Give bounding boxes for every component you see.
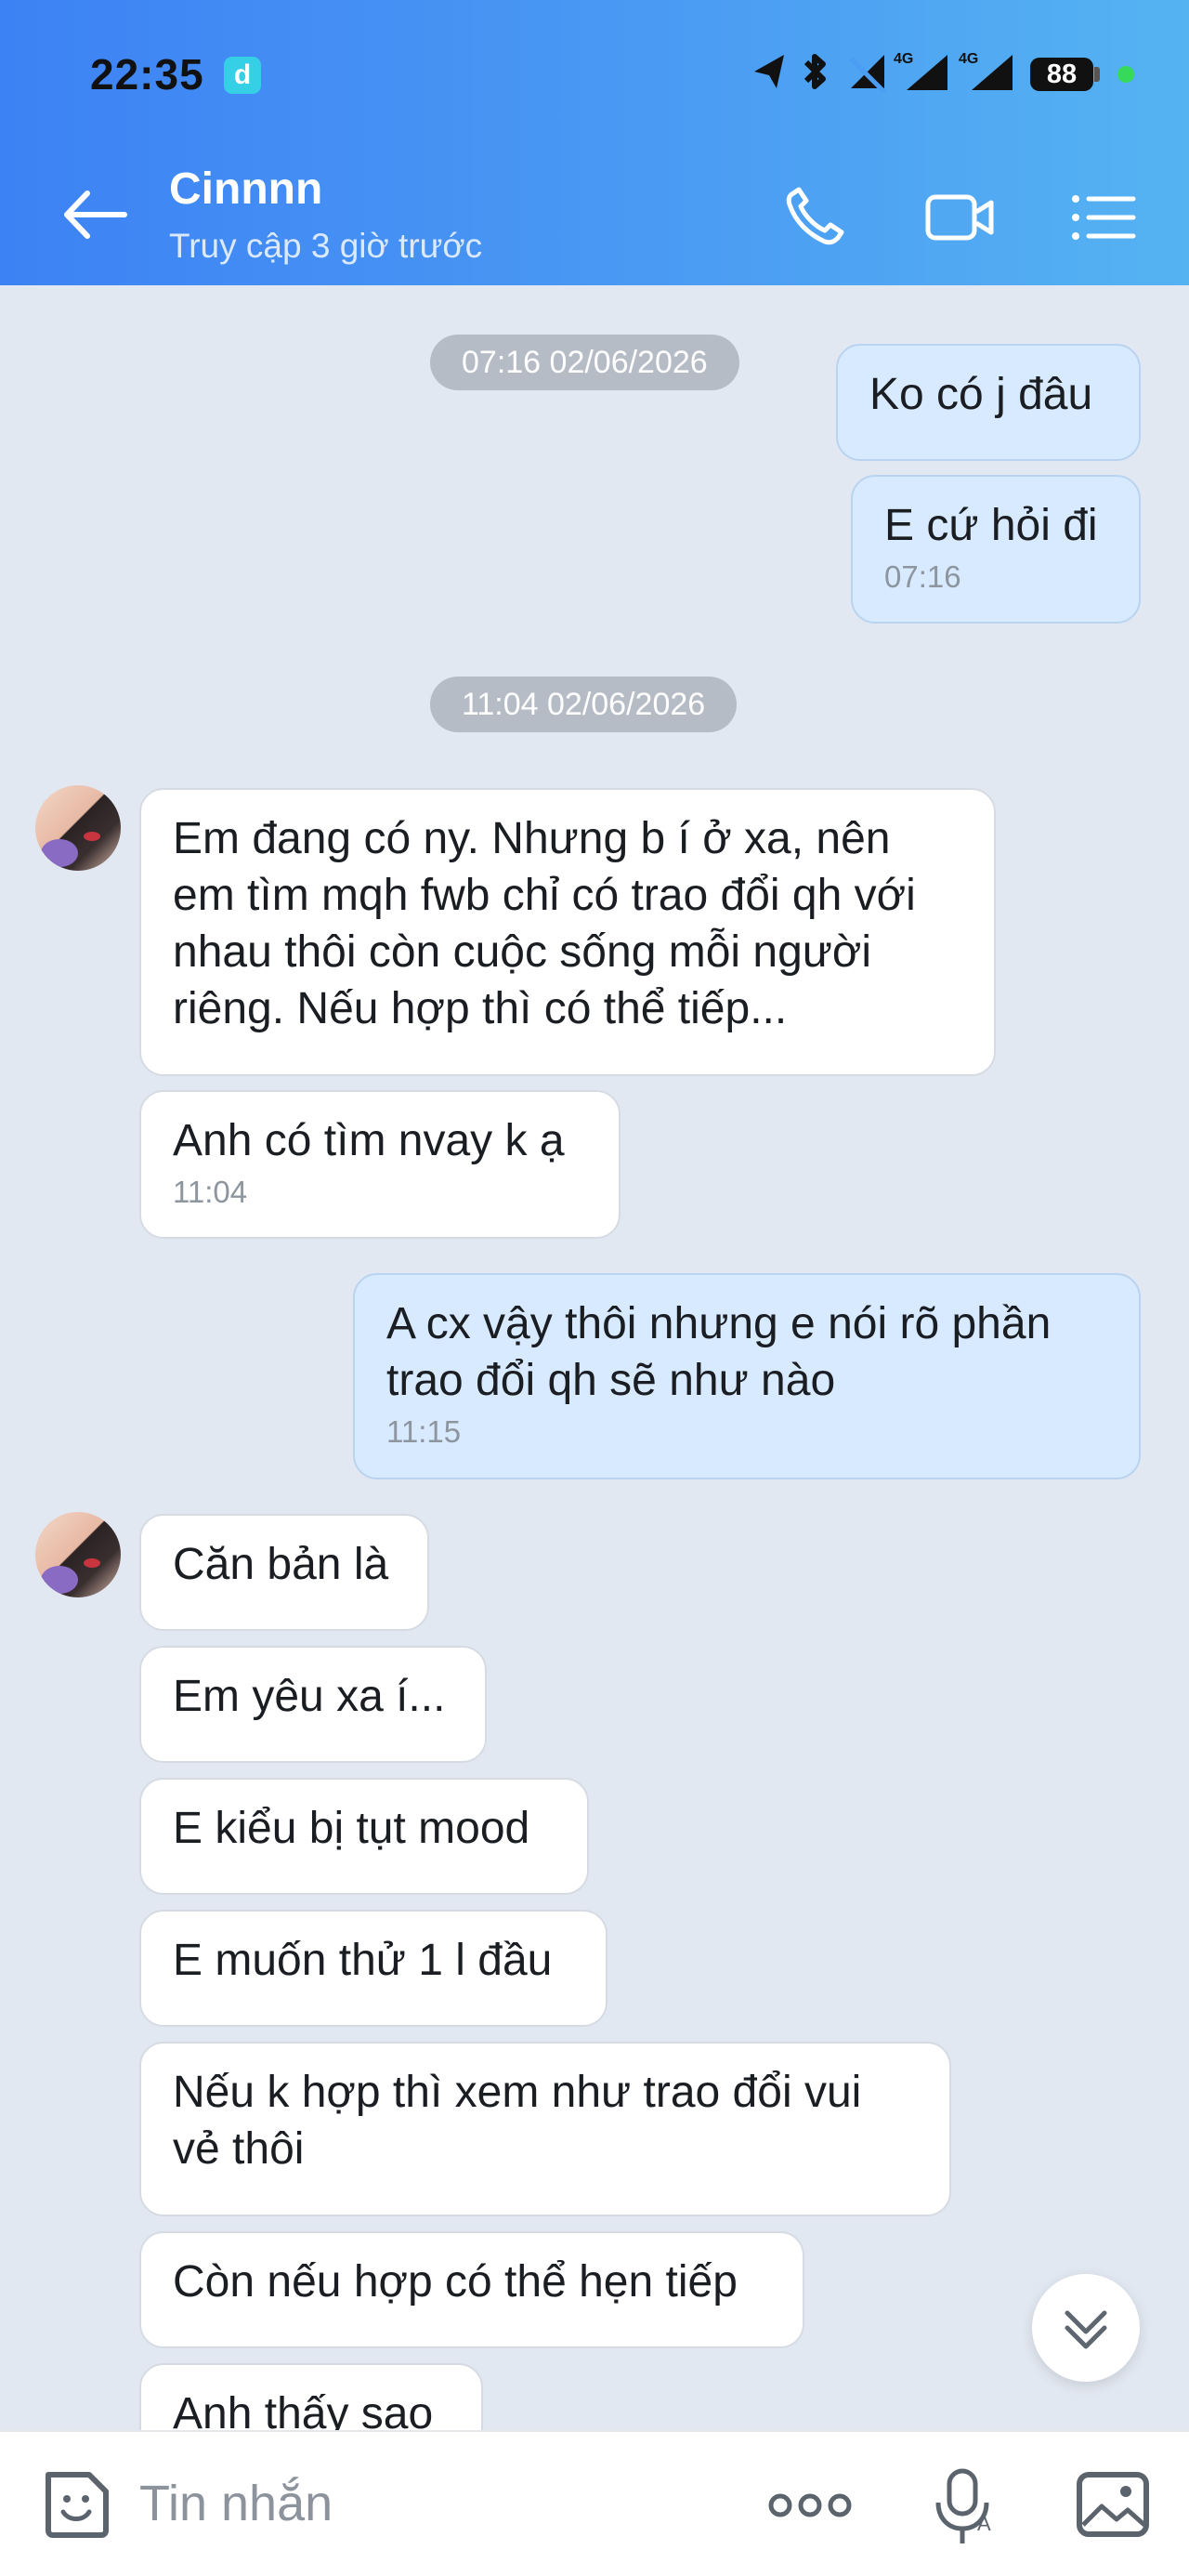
video-call-icon[interactable] bbox=[924, 186, 995, 249]
app-notification-icon: d bbox=[224, 57, 261, 94]
privacy-dot-icon bbox=[1117, 66, 1134, 83]
message-time: 07:16 bbox=[884, 559, 961, 594]
incoming-message[interactable]: E muốn thử 1 l đầu bbox=[139, 1910, 608, 2027]
message-time: 11:15 bbox=[386, 1414, 462, 1449]
incoming-message[interactable]: Nếu k hợp thì xem như trao đổi vui vẻ th… bbox=[139, 2042, 951, 2216]
phone-icon[interactable] bbox=[780, 186, 851, 249]
message-text: Em yêu xa í... bbox=[173, 1672, 446, 1721]
outgoing-message[interactable]: E cứ hỏi đi 07:16 bbox=[851, 475, 1141, 624]
message-text: A cx vậy thôi nhưng e nói rõ phần trao đ… bbox=[386, 1299, 1052, 1405]
message-text: Ko có j đâu bbox=[869, 370, 1093, 419]
voice-icon[interactable]: A bbox=[929, 2465, 1000, 2549]
chat-messages[interactable]: 07:16 02/06/2026 Ko có j đâu E cứ hỏi đi… bbox=[0, 285, 1189, 2430]
incoming-message[interactable]: E kiểu bị tụt mood bbox=[139, 1778, 589, 1895]
battery-indicator: 88 bbox=[1030, 58, 1093, 91]
message-text: Nếu k hợp thì xem như trao đổi vui vẻ th… bbox=[173, 2068, 862, 2174]
bluetooth-icon bbox=[804, 54, 826, 89]
contact-avatar[interactable] bbox=[35, 785, 121, 871]
no-signal-icon bbox=[849, 55, 886, 92]
incoming-message[interactable]: Căn bản là bbox=[139, 1514, 429, 1631]
message-text: Căn bản là bbox=[173, 1540, 389, 1589]
signal-icon bbox=[907, 55, 947, 90]
battery-tip bbox=[1094, 67, 1100, 82]
image-icon[interactable] bbox=[1074, 2465, 1152, 2543]
outgoing-message[interactable]: Ko có j đâu bbox=[836, 344, 1141, 461]
incoming-message[interactable]: Còn nếu hợp có thể hẹn tiếp bbox=[139, 2231, 804, 2348]
back-arrow-icon[interactable] bbox=[59, 182, 130, 247]
message-input[interactable]: Tin nhắn bbox=[139, 2475, 333, 2532]
message-time: 11:04 bbox=[173, 1175, 248, 1209]
more-icon[interactable] bbox=[767, 2485, 853, 2526]
signal-icon-2 bbox=[972, 55, 1013, 90]
scroll-to-bottom-button[interactable] bbox=[1032, 2274, 1140, 2382]
message-text: E cứ hỏi đi bbox=[884, 501, 1098, 550]
chat-header: 22:35 d 4G 4G 88 Cinnnn Truy cập 3 giờ t… bbox=[0, 0, 1189, 285]
incoming-message[interactable]: Anh có tìm nvay k ạ 11:04 bbox=[139, 1090, 621, 1239]
sticker-icon[interactable] bbox=[37, 2465, 115, 2543]
menu-list-icon[interactable] bbox=[1068, 186, 1139, 249]
message-text: E muốn thử 1 l đầu bbox=[173, 1936, 553, 1985]
svg-text:A: A bbox=[977, 2512, 991, 2535]
send-status-icon bbox=[754, 55, 784, 88]
message-text: Anh có tìm nvay k ạ bbox=[173, 1116, 565, 1165]
message-text: Còn nếu hợp có thể hẹn tiếp bbox=[173, 2257, 738, 2307]
incoming-message[interactable]: Em đang có ny. Nhưng b í ở xa, nên em tì… bbox=[139, 788, 996, 1076]
contact-avatar[interactable] bbox=[35, 1512, 121, 1597]
chevron-double-down-icon bbox=[1065, 2310, 1107, 2349]
incoming-message[interactable]: Anh thấy sao bbox=[139, 2363, 483, 2430]
message-text: Anh thấy sao bbox=[173, 2389, 434, 2430]
date-separator: 07:16 02/06/2026 bbox=[430, 335, 739, 390]
status-time: 22:35 bbox=[90, 50, 204, 99]
outgoing-message[interactable]: A cx vậy thôi nhưng e nói rõ phần trao đ… bbox=[353, 1273, 1141, 1479]
incoming-message[interactable]: Em yêu xa í... bbox=[139, 1646, 487, 1763]
contact-last-seen: Truy cập 3 giờ trước bbox=[169, 227, 483, 265]
date-separator: 11:04 02/06/2026 bbox=[430, 677, 738, 732]
contact-name[interactable]: Cinnnn bbox=[169, 164, 322, 215]
message-text: E kiểu bị tụt mood bbox=[173, 1804, 530, 1853]
message-text: Em đang có ny. Nhưng b í ở xa, nên em tì… bbox=[173, 814, 916, 1033]
